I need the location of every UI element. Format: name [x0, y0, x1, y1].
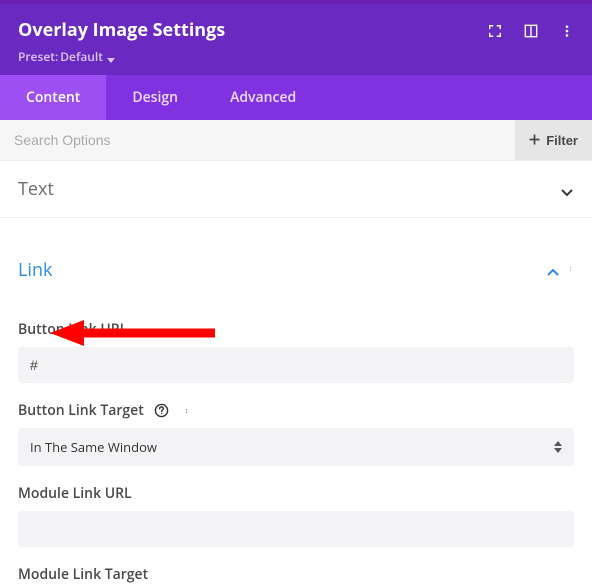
- button-link-target-select[interactable]: In The Same Window: [18, 428, 574, 466]
- chevron-up-icon: [546, 263, 560, 277]
- search-bar: Filter: [0, 120, 592, 161]
- search-input[interactable]: [0, 120, 515, 160]
- filter-label: Filter: [546, 133, 578, 148]
- button-link-target-value: In The Same Window: [30, 438, 157, 456]
- panel-split-icon[interactable]: [522, 22, 540, 40]
- section-text-header[interactable]: Text: [0, 161, 592, 217]
- tab-content[interactable]: Content: [0, 75, 106, 120]
- section-text: Text: [0, 161, 592, 218]
- tab-design[interactable]: Design: [106, 75, 204, 120]
- section-link-title: Link: [18, 258, 546, 282]
- button-link-url-input[interactable]: [18, 347, 574, 383]
- tab-advanced[interactable]: Advanced: [204, 75, 322, 120]
- module-link-target-label: Module Link Target: [18, 565, 148, 584]
- tabs: Content Design Advanced: [0, 75, 592, 120]
- field-button-link-url: Button Link URL: [18, 320, 574, 383]
- field-more-icon[interactable]: [180, 403, 196, 419]
- section-link-body: Button Link URL Button Link Target: [0, 298, 592, 584]
- button-link-target-label: Button Link Target: [18, 401, 144, 420]
- module-link-url-label: Module Link URL: [18, 484, 132, 503]
- preset-dropdown-caret-icon[interactable]: [107, 58, 115, 64]
- preset-value[interactable]: Default: [60, 48, 103, 65]
- help-icon[interactable]: [154, 403, 170, 419]
- button-link-url-label: Button Link URL: [18, 320, 127, 339]
- more-vertical-icon[interactable]: [558, 22, 576, 40]
- field-module-link-url: Module Link URL: [18, 484, 574, 547]
- plus-icon: [529, 133, 540, 148]
- section-link-header[interactable]: Link: [0, 242, 592, 298]
- section-more-icon[interactable]: [570, 259, 574, 281]
- select-arrows-icon: [554, 441, 562, 453]
- filter-button[interactable]: Filter: [515, 120, 592, 160]
- header: Overlay Image Settings Preset: Default: [0, 4, 592, 75]
- module-link-url-input[interactable]: [18, 511, 574, 547]
- section-text-title: Text: [18, 177, 560, 201]
- field-button-link-target: Button Link Target In The Same Window: [18, 401, 574, 466]
- expand-icon[interactable]: [486, 22, 504, 40]
- preset-label: Preset:: [18, 48, 58, 65]
- field-module-link-target: Module Link Target In The Same Window: [18, 565, 574, 584]
- chevron-down-icon: [560, 182, 574, 196]
- section-link: Link Button Link URL: [0, 242, 592, 584]
